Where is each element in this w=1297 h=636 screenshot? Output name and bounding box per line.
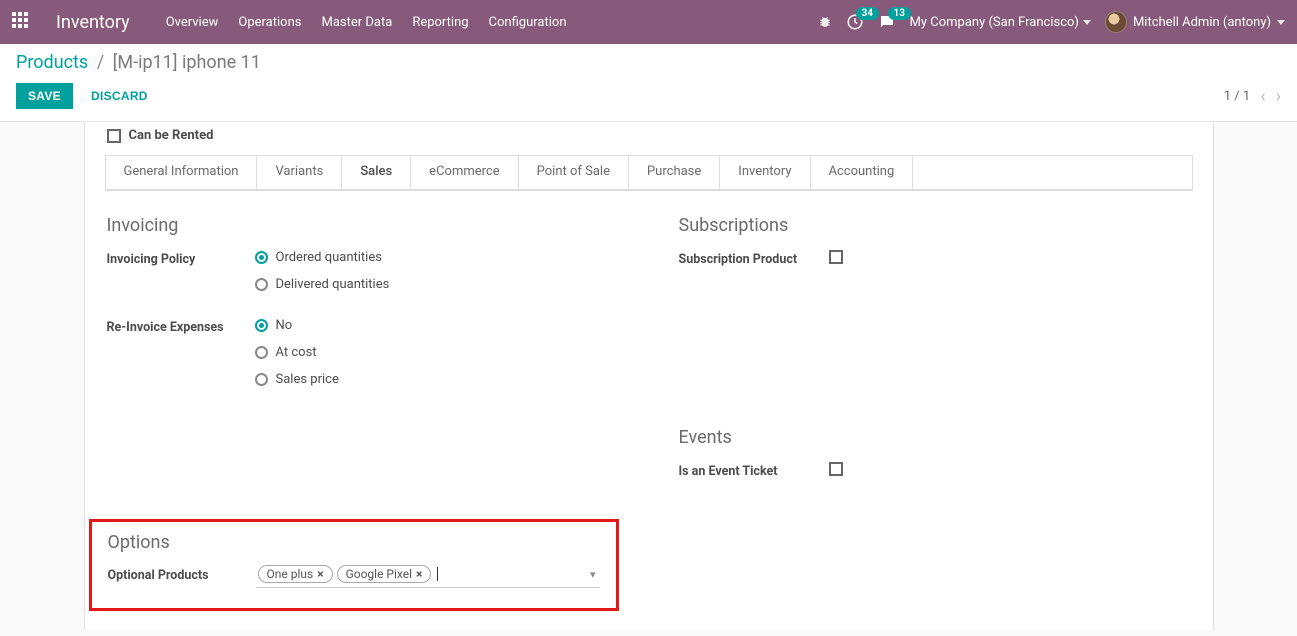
tab-inventory[interactable]: Inventory <box>720 156 810 189</box>
tab-ecommerce[interactable]: eCommerce <box>411 156 518 189</box>
activity-badge: 34 <box>856 7 879 20</box>
notebook-tabs: General Information Variants Sales eComm… <box>105 155 1193 190</box>
tab-general-information[interactable]: General Information <box>106 156 258 189</box>
tag-one-plus: One plus × <box>258 565 333 583</box>
avatar <box>1105 11 1127 33</box>
user-menu[interactable]: Mitchell Admin (antony) <box>1105 11 1285 33</box>
tab-purchase[interactable]: Purchase <box>629 156 720 189</box>
subscriptions-heading: Subscriptions <box>679 215 1191 236</box>
pager-next-icon[interactable]: › <box>1276 86 1281 107</box>
activity-icon[interactable]: 34 <box>846 13 864 31</box>
invoicing-policy-delivered-radio[interactable] <box>255 278 268 291</box>
form-sheet: Can be Rented General Information Varian… <box>84 122 1214 630</box>
event-ticket-checkbox[interactable] <box>829 462 843 476</box>
tag-google-pixel: Google Pixel × <box>337 565 432 583</box>
reinvoice-at-cost-label: At cost <box>276 345 317 360</box>
pager: 1 / 1 ‹ › <box>1224 86 1281 107</box>
can-be-rented-label: Can be Rented <box>129 128 214 143</box>
nav-configuration[interactable]: Configuration <box>489 15 567 30</box>
caret-down-icon <box>1083 20 1091 25</box>
reinvoice-sales-price-label: Sales price <box>276 372 339 387</box>
text-cursor <box>437 567 438 581</box>
tab-variants[interactable]: Variants <box>257 156 342 189</box>
bug-icon[interactable] <box>818 15 832 29</box>
reinvoice-no-radio[interactable] <box>255 319 268 332</box>
invoicing-policy-ordered-label: Ordered quantities <box>276 250 382 265</box>
save-button[interactable]: SAVE <box>16 83 73 109</box>
discard-button[interactable]: DISCARD <box>79 83 160 109</box>
invoicing-heading: Invoicing <box>107 215 619 236</box>
nav-overview[interactable]: Overview <box>166 15 219 30</box>
optional-products-field[interactable]: One plus × Google Pixel × ▾ <box>256 563 600 588</box>
reinvoice-no-label: No <box>276 318 293 333</box>
tag-label: One plus <box>267 567 314 581</box>
apps-icon[interactable] <box>12 12 32 32</box>
options-heading: Options <box>108 532 600 553</box>
company-name: My Company (San Francisco) <box>910 15 1079 30</box>
breadcrumb: Products / [M-ip11] iphone 11 <box>16 52 1281 73</box>
invoicing-policy-delivered-label: Delivered quantities <box>276 277 390 292</box>
reinvoice-sales-price-radio[interactable] <box>255 373 268 386</box>
tab-sales[interactable]: Sales <box>342 155 411 189</box>
company-switcher[interactable]: My Company (San Francisco) <box>910 15 1091 30</box>
invoicing-policy-label: Invoicing Policy <box>107 250 255 267</box>
can-be-rented-checkbox[interactable] <box>107 129 121 143</box>
breadcrumb-sep: / <box>97 52 104 73</box>
caret-down-icon <box>1277 20 1285 25</box>
top-nav: Overview Operations Master Data Reportin… <box>166 15 567 30</box>
action-bar: Products / [M-ip11] iphone 11 SAVE DISCA… <box>0 44 1297 122</box>
events-heading: Events <box>679 427 1191 448</box>
form-scroll[interactable]: Can be Rented General Information Varian… <box>0 122 1297 630</box>
tag-label: Google Pixel <box>346 567 412 581</box>
event-ticket-label: Is an Event Ticket <box>679 462 829 479</box>
user-name: Mitchell Admin (antony) <box>1133 15 1271 30</box>
topbar: Inventory Overview Operations Master Dat… <box>0 0 1297 44</box>
tag-remove-icon[interactable]: × <box>416 567 422 581</box>
subscription-product-checkbox[interactable] <box>829 250 843 264</box>
dropdown-icon[interactable]: ▾ <box>590 568 596 581</box>
breadcrumb-current: [M-ip11] iphone 11 <box>113 52 261 73</box>
pager-text: 1 / 1 <box>1224 89 1250 104</box>
nav-master-data[interactable]: Master Data <box>321 15 392 30</box>
nav-operations[interactable]: Operations <box>238 15 301 30</box>
nav-reporting[interactable]: Reporting <box>412 15 468 30</box>
reinvoice-label: Re-Invoice Expenses <box>107 318 255 335</box>
tab-point-of-sale[interactable]: Point of Sale <box>519 156 629 189</box>
optional-products-label: Optional Products <box>108 568 256 583</box>
discuss-badge: 13 <box>888 7 911 20</box>
invoicing-policy-ordered-radio[interactable] <box>255 251 268 264</box>
col-right: Subscriptions Subscription Product Event… <box>679 215 1191 611</box>
subscription-product-label: Subscription Product <box>679 250 829 267</box>
app-brand[interactable]: Inventory <box>56 12 130 33</box>
pager-prev-icon[interactable]: ‹ <box>1260 86 1265 107</box>
discuss-icon[interactable]: 13 <box>878 13 896 31</box>
tab-accounting[interactable]: Accounting <box>811 156 914 189</box>
breadcrumb-root[interactable]: Products <box>16 52 88 73</box>
col-left: Invoicing Invoicing Policy Ordered quant… <box>107 215 619 611</box>
options-highlight-box: Options Optional Products One plus × Goo… <box>89 519 619 611</box>
tag-remove-icon[interactable]: × <box>317 567 323 581</box>
reinvoice-at-cost-radio[interactable] <box>255 346 268 359</box>
